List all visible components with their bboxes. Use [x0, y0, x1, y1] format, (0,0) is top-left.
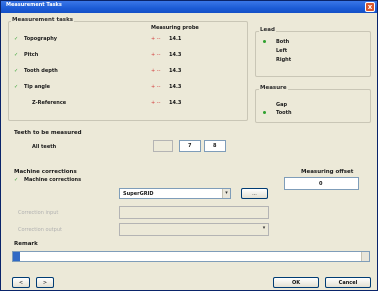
task-label-pitch: Pitch: [24, 52, 39, 58]
lead-option-left[interactable]: Left: [276, 48, 287, 54]
task-label-tip-angle: Tip angle: [24, 84, 51, 90]
probe-value-pitch: 14.3: [169, 52, 182, 58]
task-label-topography: Topography: [24, 36, 58, 42]
check-machine-corrections[interactable]: ✓: [14, 177, 18, 183]
measurement-tasks-header: Measurement tasks: [11, 17, 75, 23]
correction-input-label: Correction input: [18, 210, 59, 216]
task-label-z-reference[interactable]: Z-Reference: [32, 100, 66, 106]
measure-header: Measure: [259, 85, 288, 91]
remark-header: Remark: [14, 241, 38, 247]
measure-radio-tooth[interactable]: [263, 111, 266, 114]
probe-pos-z-reference[interactable]: + --: [151, 100, 160, 106]
probe-value-tip-angle: 14.3: [169, 84, 182, 90]
remark-cursor: [13, 252, 20, 261]
correction-output-field[interactable]: ▾: [119, 223, 269, 236]
correction-input-field[interactable]: [119, 206, 269, 219]
lead-group: [255, 31, 371, 77]
probe-value-tooth-depth: 14.3: [169, 68, 182, 74]
teeth-field-2[interactable]: 7: [179, 140, 201, 152]
probe-pos-tip-angle[interactable]: + --: [151, 84, 160, 90]
measuring-offset-header: Measuring offset: [301, 169, 354, 175]
remark-scroll[interactable]: [361, 252, 369, 261]
teeth-header: Teeth to be measured: [14, 130, 82, 136]
ok-button[interactable]: OK: [273, 277, 319, 288]
probe-pos-tooth-depth[interactable]: + --: [151, 68, 160, 74]
measuring-offset-field[interactable]: 0: [284, 177, 359, 190]
dialog-window: Measurement Tasks x Measurement tasks Me…: [0, 0, 378, 291]
lead-option-both[interactable]: Both: [276, 39, 289, 45]
chevron-down-icon[interactable]: ▾: [222, 189, 230, 198]
teeth-field-3[interactable]: 8: [204, 140, 226, 152]
remark-field[interactable]: [12, 251, 370, 262]
machine-corrections-dropdown[interactable]: SuperGRID ▾: [119, 188, 231, 199]
machine-corrections-header: Machine corrections: [14, 169, 77, 175]
window-title: Measurement Tasks: [6, 2, 62, 8]
probe-pos-pitch[interactable]: + --: [151, 52, 160, 58]
all-teeth-label[interactable]: All teeth: [32, 144, 56, 150]
cancel-button[interactable]: Cancel: [325, 277, 371, 288]
task-label-tooth-depth: Tooth depth: [24, 68, 58, 74]
check-tooth-depth[interactable]: ✓: [14, 68, 18, 74]
measure-option-tooth[interactable]: Tooth: [276, 110, 292, 116]
machine-corrections-label: Machine corrections: [24, 177, 82, 183]
probe-pos-topography[interactable]: + --: [151, 36, 160, 42]
next-button[interactable]: >: [36, 277, 54, 288]
check-pitch[interactable]: ✓: [14, 52, 18, 58]
lead-option-right[interactable]: Right: [276, 57, 291, 63]
measure-option-gap[interactable]: Gap: [276, 102, 287, 108]
title-bar[interactable]: Measurement Tasks x: [1, 1, 377, 13]
lead-header: Lead: [259, 27, 276, 33]
probe-value-z-reference: 14.3: [169, 100, 182, 106]
correction-output-label: Correction output: [18, 227, 62, 233]
chevron-down-icon: ▾: [262, 225, 266, 231]
check-topography[interactable]: ✓: [14, 36, 18, 42]
prev-button[interactable]: <: [12, 277, 30, 288]
dropdown-value: SuperGRID: [123, 191, 154, 197]
probe-value-topography: 14.1: [169, 36, 182, 42]
lead-radio-both[interactable]: [263, 40, 266, 43]
check-tip-angle[interactable]: ✓: [14, 84, 18, 90]
teeth-field-1[interactable]: [153, 140, 173, 152]
measuring-probe-header: Measuring probe: [151, 25, 199, 31]
browse-button[interactable]: ...: [241, 188, 268, 199]
close-button[interactable]: x: [365, 2, 375, 12]
measure-group: [255, 89, 371, 123]
